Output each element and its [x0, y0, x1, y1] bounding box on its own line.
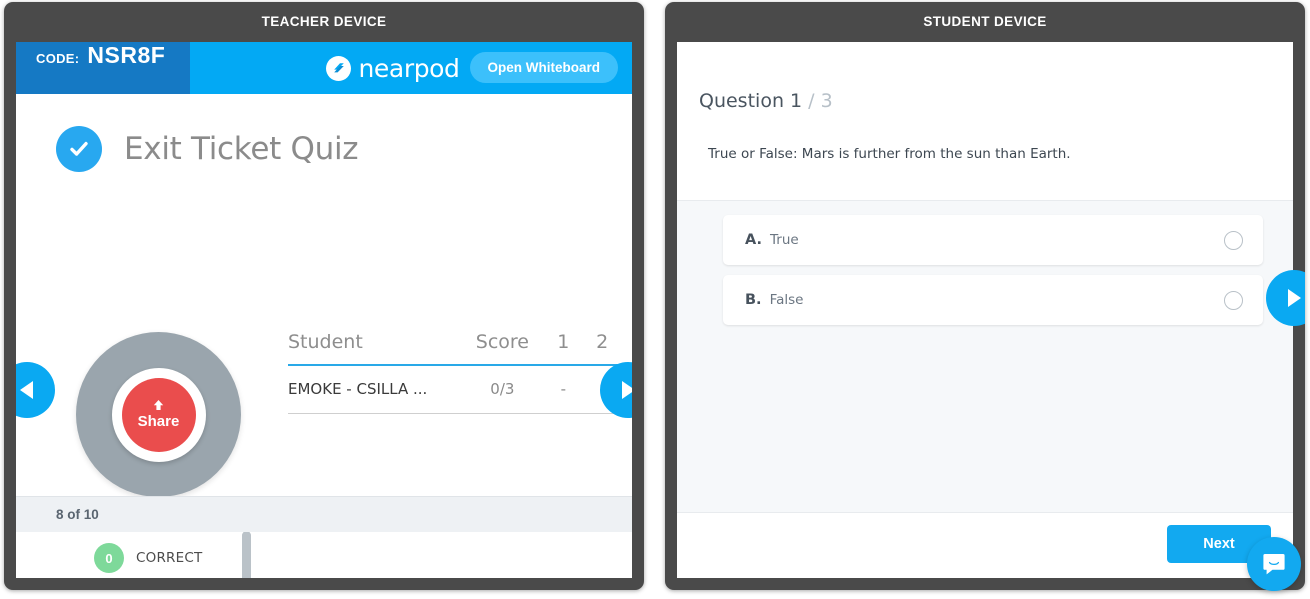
lesson-header: Exit Ticket Quiz	[16, 94, 632, 172]
legend-count-correct: 0	[94, 543, 124, 573]
slide-progress-text: 8 of 10	[56, 507, 99, 522]
teacher-device-title: TEACHER DEVICE	[261, 14, 387, 29]
screenshot-stage: TEACHER DEVICE CODE: NSR8F nearpod Open …	[0, 0, 1310, 599]
triangle-right-icon	[622, 381, 632, 399]
lesson-title: Exit Ticket Quiz	[124, 131, 359, 167]
legend-scrollbar[interactable]	[242, 531, 251, 578]
question-counter: Question 1 / 3	[699, 90, 1293, 112]
answer-option-a[interactable]: A. True	[723, 215, 1263, 265]
session-code-label: CODE:	[36, 51, 80, 66]
student-device-title: STUDENT DEVICE	[923, 14, 1047, 29]
open-whiteboard-button[interactable]: Open Whiteboard	[469, 52, 618, 83]
nearpod-wordmark: nearpod	[358, 53, 460, 83]
column-header-q2[interactable]: 2	[586, 331, 618, 365]
question-text: True or False: Mars is further from the …	[708, 146, 1071, 162]
column-header-student[interactable]: Student	[288, 331, 465, 365]
answer-option-b-radio[interactable]	[1224, 291, 1243, 310]
question-counter-total: 3	[820, 90, 833, 112]
legend-label-correct: CORRECT	[136, 550, 203, 566]
student-answer-list: A. True B. False	[677, 200, 1293, 512]
results-table-header-row: Student Score 1 2	[288, 331, 618, 365]
cell-student-q1: -	[540, 365, 587, 414]
answer-option-b-letter: B.	[745, 292, 762, 308]
question-counter-label: Question	[699, 90, 784, 112]
answer-option-b[interactable]: B. False	[723, 275, 1263, 325]
student-screen: Question 1 / 3 True or False: Mars is fu…	[677, 42, 1293, 578]
answer-option-a-letter: A.	[745, 232, 762, 248]
share-ring: Share	[76, 332, 241, 497]
teacher-screen: CODE: NSR8F nearpod Open Whiteboard Exit…	[16, 42, 632, 578]
upload-arrow-icon	[153, 400, 164, 410]
answer-option-b-text: False	[769, 292, 804, 308]
teacher-prev-arrow-button[interactable]	[16, 362, 55, 418]
cell-student-score: 0/3	[464, 365, 541, 414]
answer-option-a-radio[interactable]	[1224, 231, 1243, 250]
triangle-right-icon	[1288, 289, 1301, 307]
nearpod-top-bar: CODE: NSR8F nearpod Open Whiteboard	[16, 42, 632, 94]
cell-student-name: EMOKE - CSILLA ...	[288, 365, 465, 414]
answer-stats-legend: 0 CORRECT 0 INCORRECT 100 NO ANSWER	[94, 538, 222, 578]
teacher-body: Exit Ticket Quiz Share Student Score 1 2…	[16, 94, 632, 578]
answer-option-a-text: True	[770, 232, 799, 248]
chat-bubble-icon	[1263, 554, 1285, 575]
column-header-q1[interactable]: 1	[540, 331, 586, 365]
student-device-frame: STUDENT DEVICE Question 1 / 3 True or Fa…	[665, 2, 1305, 590]
column-header-score[interactable]: Score	[465, 331, 541, 365]
table-row[interactable]: EMOKE - CSILLA ... 0/3 -	[288, 365, 618, 414]
share-control: Share	[76, 332, 241, 497]
legend-scrollbar-thumb[interactable]	[242, 531, 251, 578]
student-question-area: Question 1 / 3 True or False: Mars is fu…	[677, 42, 1293, 200]
question-counter-separator: /	[808, 90, 815, 112]
legend-item-correct: 0 CORRECT	[94, 538, 222, 578]
results-table: Student Score 1 2 EMOKE - CSILLA ... 0/3…	[288, 331, 618, 414]
share-inner-ring: Share	[111, 367, 206, 462]
teacher-device-frame: TEACHER DEVICE CODE: NSR8F nearpod Open …	[4, 2, 644, 590]
student-footer: Next	[677, 512, 1293, 578]
question-counter-current: 1	[790, 90, 803, 112]
intercom-chat-launcher[interactable]	[1247, 537, 1301, 591]
slide-progress-bar: 8 of 10	[16, 496, 632, 532]
triangle-left-icon	[20, 381, 33, 399]
share-button[interactable]: Share	[121, 377, 196, 452]
nearpod-mark-icon	[326, 55, 352, 81]
share-button-label: Share	[137, 413, 180, 430]
check-circle-icon	[56, 126, 102, 172]
